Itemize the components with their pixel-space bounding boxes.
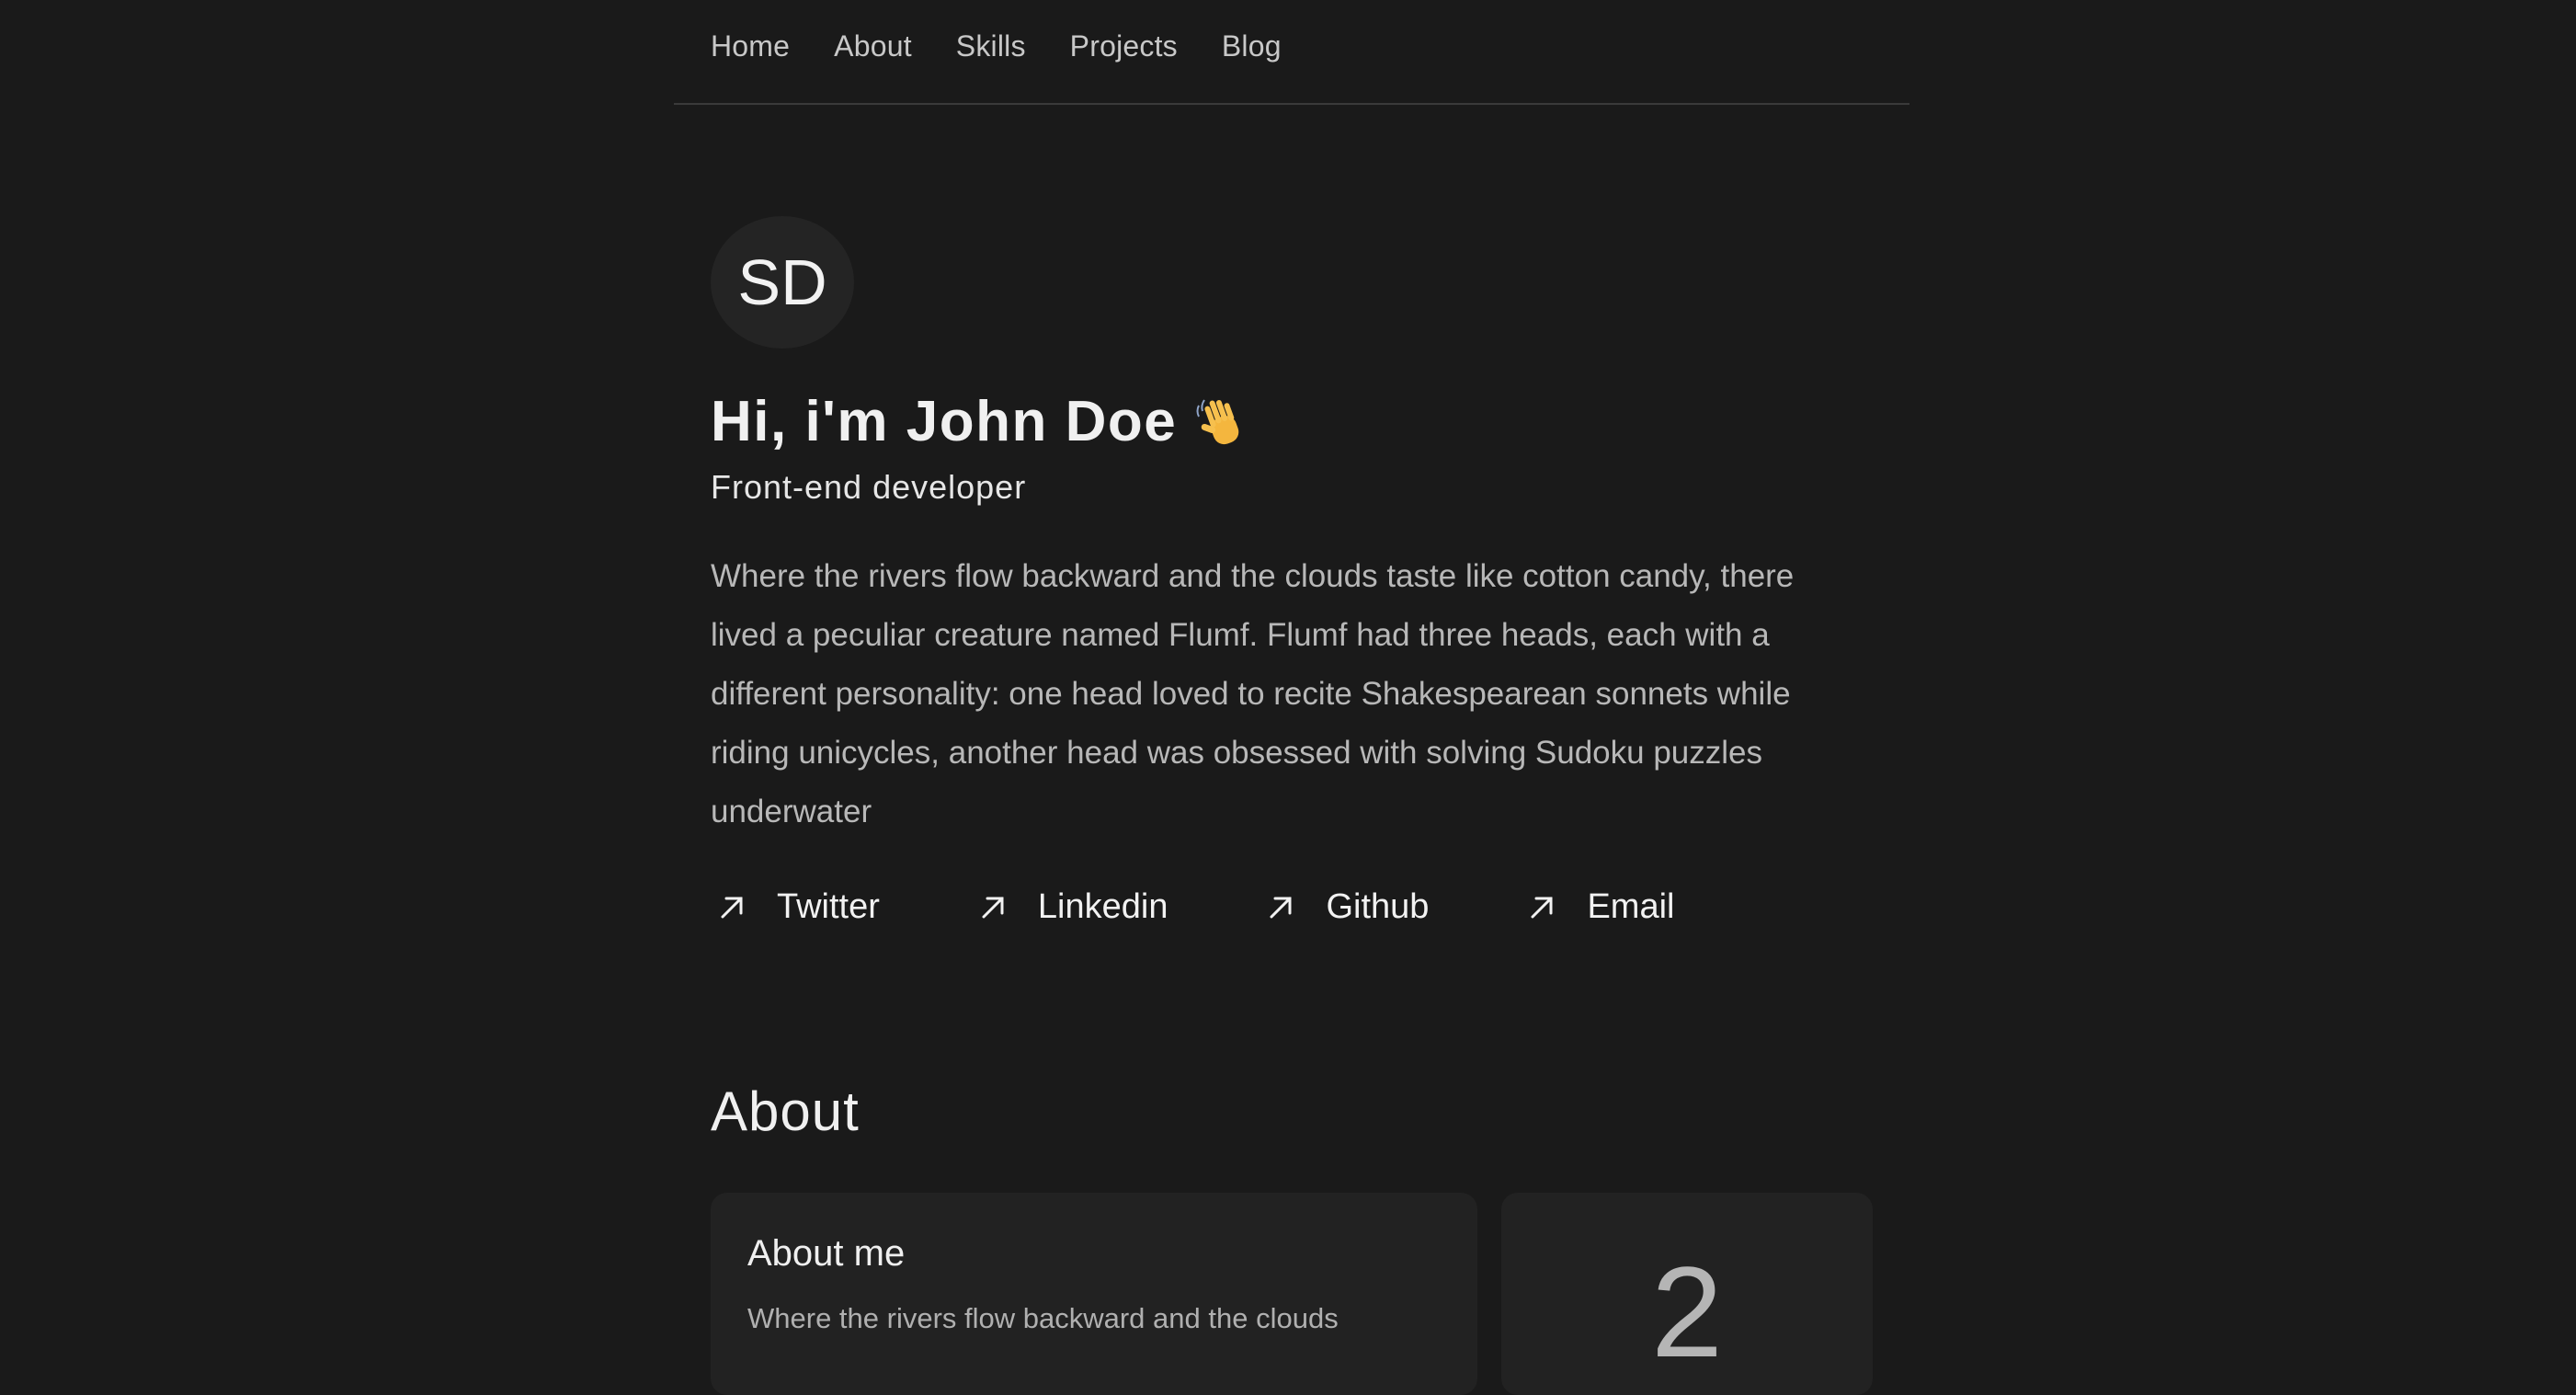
stat-value: 2 xyxy=(1651,1240,1723,1384)
arrow-up-right-icon xyxy=(1531,897,1553,918)
avatar-initials: SD xyxy=(737,246,827,318)
stat-card: 2 xyxy=(1501,1193,1873,1395)
social-link-linkedin[interactable]: Linkedin xyxy=(972,887,1168,927)
social-links: Twitter Linkedin Github Email xyxy=(711,887,1873,927)
nav-item-home[interactable]: Home xyxy=(711,29,790,63)
about-cards: About me Where the rivers flow backward … xyxy=(711,1193,1873,1395)
greeting-text: Hi, i'm John Doe xyxy=(711,390,1178,453)
main-content: SD Hi, i'm John Doe Front-end developer … xyxy=(674,216,1909,1395)
social-link-github[interactable]: Github xyxy=(1260,887,1429,927)
top-navigation: Home About Skills Projects Blog xyxy=(674,0,1909,105)
about-section-title: About xyxy=(711,1081,860,1142)
hero-greeting: Hi, i'm John Doe xyxy=(711,393,1873,452)
about-me-card: About me Where the rivers flow backward … xyxy=(711,1193,1477,1395)
arrow-up-right-icon xyxy=(1270,897,1292,918)
social-link-label: Email xyxy=(1587,887,1675,926)
about-card-title: About me xyxy=(747,1233,906,1274)
about-card-text: Where the rivers flow backward and the c… xyxy=(747,1302,1339,1334)
nav-item-projects[interactable]: Projects xyxy=(1070,29,1178,63)
hero-bio: Where the rivers flow backward and the c… xyxy=(711,558,1795,829)
arrow-up-right-icon xyxy=(721,897,743,918)
hero-subtitle: Front-end developer xyxy=(711,468,1027,506)
social-link-label: Github xyxy=(1326,887,1430,926)
nav-item-blog[interactable]: Blog xyxy=(1222,29,1282,63)
nav-item-about[interactable]: About xyxy=(834,29,912,63)
arrow-up-right-icon xyxy=(982,897,1004,918)
social-link-email[interactable]: Email xyxy=(1521,887,1674,927)
page-container: Home About Skills Projects Blog SD Hi, i… xyxy=(674,0,1909,1395)
avatar: SD xyxy=(711,216,854,349)
social-link-label: Linkedin xyxy=(1037,887,1168,926)
waving-hand-icon xyxy=(1196,399,1239,445)
social-link-twitter[interactable]: Twitter xyxy=(711,887,880,927)
nav-item-skills[interactable]: Skills xyxy=(956,29,1026,63)
social-link-label: Twitter xyxy=(777,887,880,926)
